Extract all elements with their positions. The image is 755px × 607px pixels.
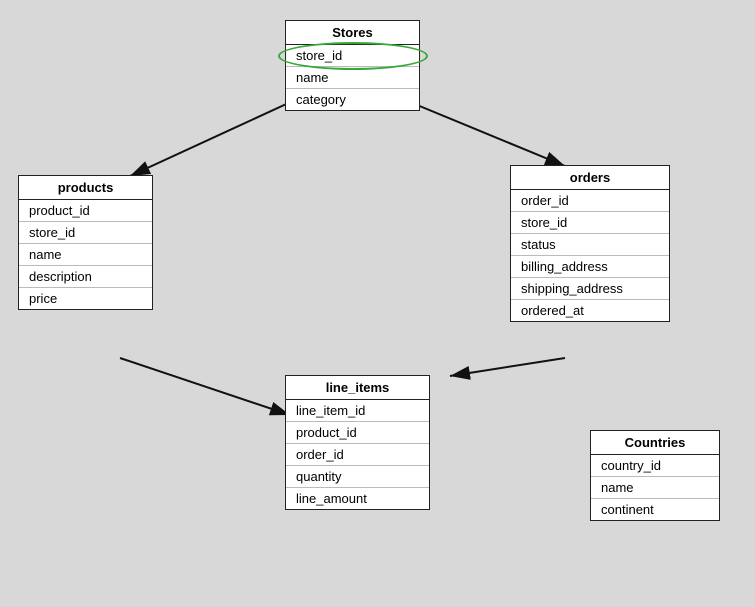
line-items-field-order_id: order_id bbox=[286, 444, 429, 466]
products-field-price: price bbox=[19, 288, 152, 309]
products-field-name: name bbox=[19, 244, 152, 266]
stores-table: Stores store_id name category bbox=[285, 20, 420, 111]
arrow-stores-orders bbox=[405, 100, 565, 166]
line-items-table-header: line_items bbox=[286, 376, 429, 400]
line-items-field-quantity: quantity bbox=[286, 466, 429, 488]
products-field-store_id: store_id bbox=[19, 222, 152, 244]
countries-field-name: name bbox=[591, 477, 719, 499]
stores-table-header: Stores bbox=[286, 21, 419, 45]
orders-table: orders order_id store_id status billing_… bbox=[510, 165, 670, 322]
orders-field-shipping_address: shipping_address bbox=[511, 278, 669, 300]
orders-field-order_id: order_id bbox=[511, 190, 669, 212]
line-items-field-line_amount: line_amount bbox=[286, 488, 429, 509]
countries-table-header: Countries bbox=[591, 431, 719, 455]
orders-field-status: status bbox=[511, 234, 669, 256]
line-items-field-product_id: product_id bbox=[286, 422, 429, 444]
arrow-products-lineitems bbox=[120, 358, 290, 415]
arrow-stores-products bbox=[130, 100, 295, 176]
stores-field-store_id: store_id bbox=[286, 45, 419, 67]
stores-field-name: name bbox=[286, 67, 419, 89]
countries-table: Countries country_id name continent bbox=[590, 430, 720, 521]
stores-field-category: category bbox=[286, 89, 419, 110]
products-field-product_id: product_id bbox=[19, 200, 152, 222]
orders-field-store_id: store_id bbox=[511, 212, 669, 234]
orders-field-billing_address: billing_address bbox=[511, 256, 669, 278]
products-table-header: products bbox=[19, 176, 152, 200]
products-table: products product_id store_id name descri… bbox=[18, 175, 153, 310]
countries-field-continent: continent bbox=[591, 499, 719, 520]
orders-table-header: orders bbox=[511, 166, 669, 190]
line-items-table: line_items line_item_id product_id order… bbox=[285, 375, 430, 510]
arrow-orders-lineitems bbox=[450, 358, 565, 376]
countries-field-country_id: country_id bbox=[591, 455, 719, 477]
products-field-description: description bbox=[19, 266, 152, 288]
line-items-field-line_item_id: line_item_id bbox=[286, 400, 429, 422]
orders-field-ordered_at: ordered_at bbox=[511, 300, 669, 321]
